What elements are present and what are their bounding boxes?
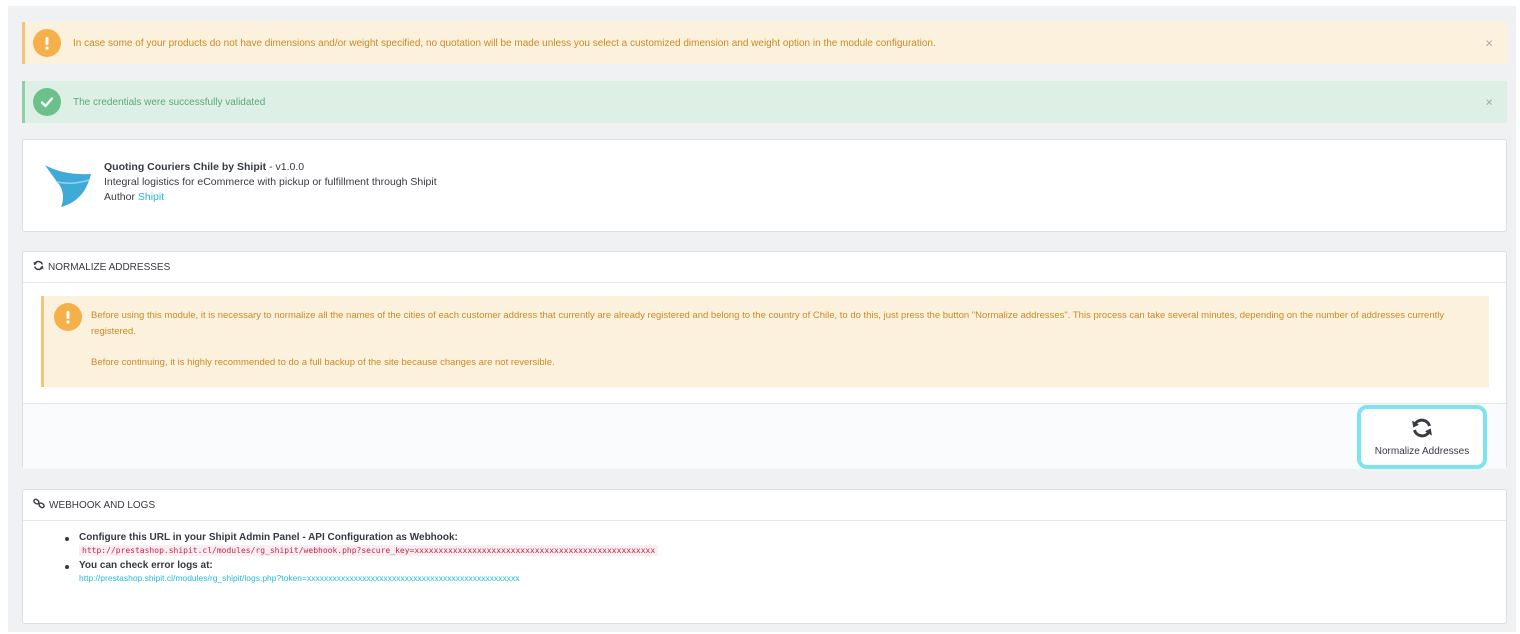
error-logs-link[interactable]: http://prestashop.shipit.cl/modules/rg_s… [79, 573, 520, 583]
webhook-body: Configure this URL in your Shipit Admin … [65, 532, 659, 588]
exclamation-icon [54, 303, 82, 331]
link-icon [33, 498, 45, 512]
close-success-button[interactable]: × [1485, 95, 1493, 110]
normalize-addresses-card: NORMALIZE ADDRESSES Before using this mo… [22, 251, 1507, 469]
normalize-card-footer: Normalize Addresses [23, 403, 1506, 469]
list-item: Configure this URL in your Shipit Admin … [65, 532, 659, 556]
refresh-icon [1410, 417, 1434, 442]
normalize-addresses-button-label: Normalize Addresses [1374, 446, 1470, 457]
webhook-card-header: WEBHOOK AND LOGS [23, 490, 1506, 521]
close-warning-button[interactable]: × [1485, 36, 1493, 51]
list-item: You can check error logs at: http://pres… [65, 560, 658, 584]
webhook-logs-card: WEBHOOK AND LOGS Configure this URL in y… [22, 489, 1507, 624]
refresh-icon [33, 260, 44, 274]
normalize-warning-alert: Before using this module, it is necessar… [41, 296, 1489, 387]
dimensions-warning-alert: In case some of your products do not hav… [22, 22, 1507, 64]
normalize-card-title: NORMALIZE ADDRESSES [48, 261, 171, 273]
exclamation-icon [33, 29, 61, 57]
webhook-url[interactable]: http://prestashop.shipit.cl/modules/rg_s… [79, 545, 659, 556]
module-name: Quoting Couriers Chile by Shipit [104, 161, 267, 173]
success-alert-text: The credentials were successfully valida… [73, 96, 266, 108]
author-label: Author [104, 191, 138, 203]
check-icon [33, 88, 61, 116]
normalize-warning-paragraph-2: Before continuing, it is highly recommen… [91, 357, 555, 368]
normalize-card-header: NORMALIZE ADDRESSES [23, 252, 1506, 283]
warning-alert-text: In case some of your products do not hav… [73, 37, 936, 49]
module-info-card: Quoting Couriers Chile by Shipit - v1.0.… [22, 139, 1507, 232]
error-logs-label: You can check error logs at: [79, 560, 213, 571]
normalize-warning-paragraph-1: Before using this module, it is necessar… [91, 310, 1445, 337]
shipit-logo [43, 162, 93, 211]
normalize-addresses-button[interactable]: Normalize Addresses [1357, 405, 1487, 469]
module-description: Integral logistics for eCommerce with pi… [104, 176, 437, 188]
module-version: - v1.0.0 [266, 161, 305, 173]
module-info: Quoting Couriers Chile by Shipit - v1.0.… [104, 160, 437, 205]
webhook-card-title: WEBHOOK AND LOGS [49, 499, 156, 511]
webhook-config-label: Configure this URL in your Shipit Admin … [79, 532, 458, 543]
credentials-success-alert: The credentials were successfully valida… [22, 81, 1507, 123]
author-link[interactable]: Shipit [138, 191, 164, 203]
